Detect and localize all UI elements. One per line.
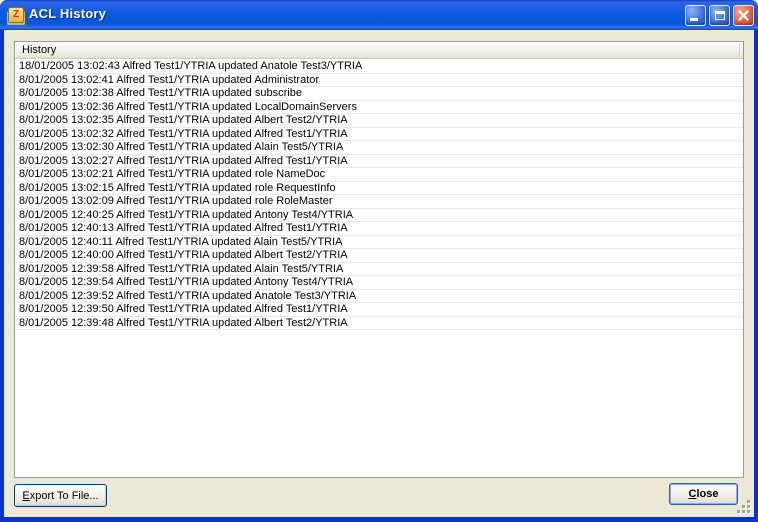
export-to-file-button[interactable]: Export To File... bbox=[14, 484, 107, 507]
history-column-label: History bbox=[15, 44, 56, 56]
history-row[interactable]: 8/01/2005 13:02:36 Alfred Test1/YTRIA up… bbox=[15, 101, 743, 115]
window-title: ACL History bbox=[29, 6, 106, 21]
history-row[interactable]: 18/01/2005 13:02:43 Alfred Test1/YTRIA u… bbox=[15, 60, 743, 74]
close-icon bbox=[737, 9, 750, 22]
history-column-header[interactable]: History bbox=[15, 42, 743, 59]
history-listview: History 18/01/2005 13:02:43 Alfred Test1… bbox=[14, 41, 744, 478]
maximize-icon bbox=[715, 11, 725, 20]
history-row[interactable]: 8/01/2005 12:39:58 Alfred Test1/YTRIA up… bbox=[15, 263, 743, 277]
minimize-icon bbox=[690, 18, 698, 21]
resize-grip[interactable] bbox=[737, 500, 751, 514]
history-list-body: 18/01/2005 13:02:43 Alfred Test1/YTRIA u… bbox=[15, 60, 743, 477]
history-row[interactable]: 8/01/2005 12:39:54 Alfred Test1/YTRIA up… bbox=[15, 276, 743, 290]
history-row[interactable]: 8/01/2005 12:39:48 Alfred Test1/YTRIA up… bbox=[15, 317, 743, 331]
ytria-app-icon: Z bbox=[8, 7, 24, 23]
maximize-button[interactable] bbox=[709, 5, 730, 26]
history-row[interactable]: 8/01/2005 12:40:00 Alfred Test1/YTRIA up… bbox=[15, 249, 743, 263]
history-row[interactable]: 8/01/2005 13:02:27 Alfred Test1/YTRIA up… bbox=[15, 155, 743, 169]
history-row[interactable]: 8/01/2005 12:39:50 Alfred Test1/YTRIA up… bbox=[15, 303, 743, 317]
history-row[interactable]: 8/01/2005 13:02:21 Alfred Test1/YTRIA up… bbox=[15, 168, 743, 182]
history-row[interactable]: 8/01/2005 12:40:11 Alfred Test1/YTRIA up… bbox=[15, 236, 743, 250]
acl-history-window: Z ACL History History 18/01/2005 13:02:4 bbox=[0, 0, 758, 522]
export-to-file-label: Export To File... bbox=[15, 490, 106, 502]
history-row[interactable]: 8/01/2005 13:02:15 Alfred Test1/YTRIA up… bbox=[15, 182, 743, 196]
history-row[interactable]: 8/01/2005 13:02:32 Alfred Test1/YTRIA up… bbox=[15, 128, 743, 142]
close-label: Close bbox=[670, 488, 737, 500]
history-row[interactable]: 8/01/2005 13:02:09 Alfred Test1/YTRIA up… bbox=[15, 195, 743, 209]
history-row[interactable]: 8/01/2005 13:02:35 Alfred Test1/YTRIA up… bbox=[15, 114, 743, 128]
close-button[interactable]: Close bbox=[669, 483, 738, 505]
close-window-button[interactable] bbox=[733, 5, 754, 26]
history-row[interactable]: 8/01/2005 13:02:38 Alfred Test1/YTRIA up… bbox=[15, 87, 743, 101]
window-controls bbox=[685, 5, 754, 26]
title-bar[interactable]: Z ACL History bbox=[0, 0, 758, 30]
history-row[interactable]: 8/01/2005 12:40:25 Alfred Test1/YTRIA up… bbox=[15, 209, 743, 223]
history-row[interactable]: 8/01/2005 12:40:13 Alfred Test1/YTRIA up… bbox=[15, 222, 743, 236]
history-row[interactable]: 8/01/2005 13:02:30 Alfred Test1/YTRIA up… bbox=[15, 141, 743, 155]
minimize-button[interactable] bbox=[685, 5, 706, 26]
history-row[interactable]: 8/01/2005 13:02:41 Alfred Test1/YTRIA up… bbox=[15, 74, 743, 88]
dialog-client-area: History 18/01/2005 13:02:43 Alfred Test1… bbox=[4, 30, 754, 517]
history-row[interactable]: 8/01/2005 12:39:52 Alfred Test1/YTRIA up… bbox=[15, 290, 743, 304]
